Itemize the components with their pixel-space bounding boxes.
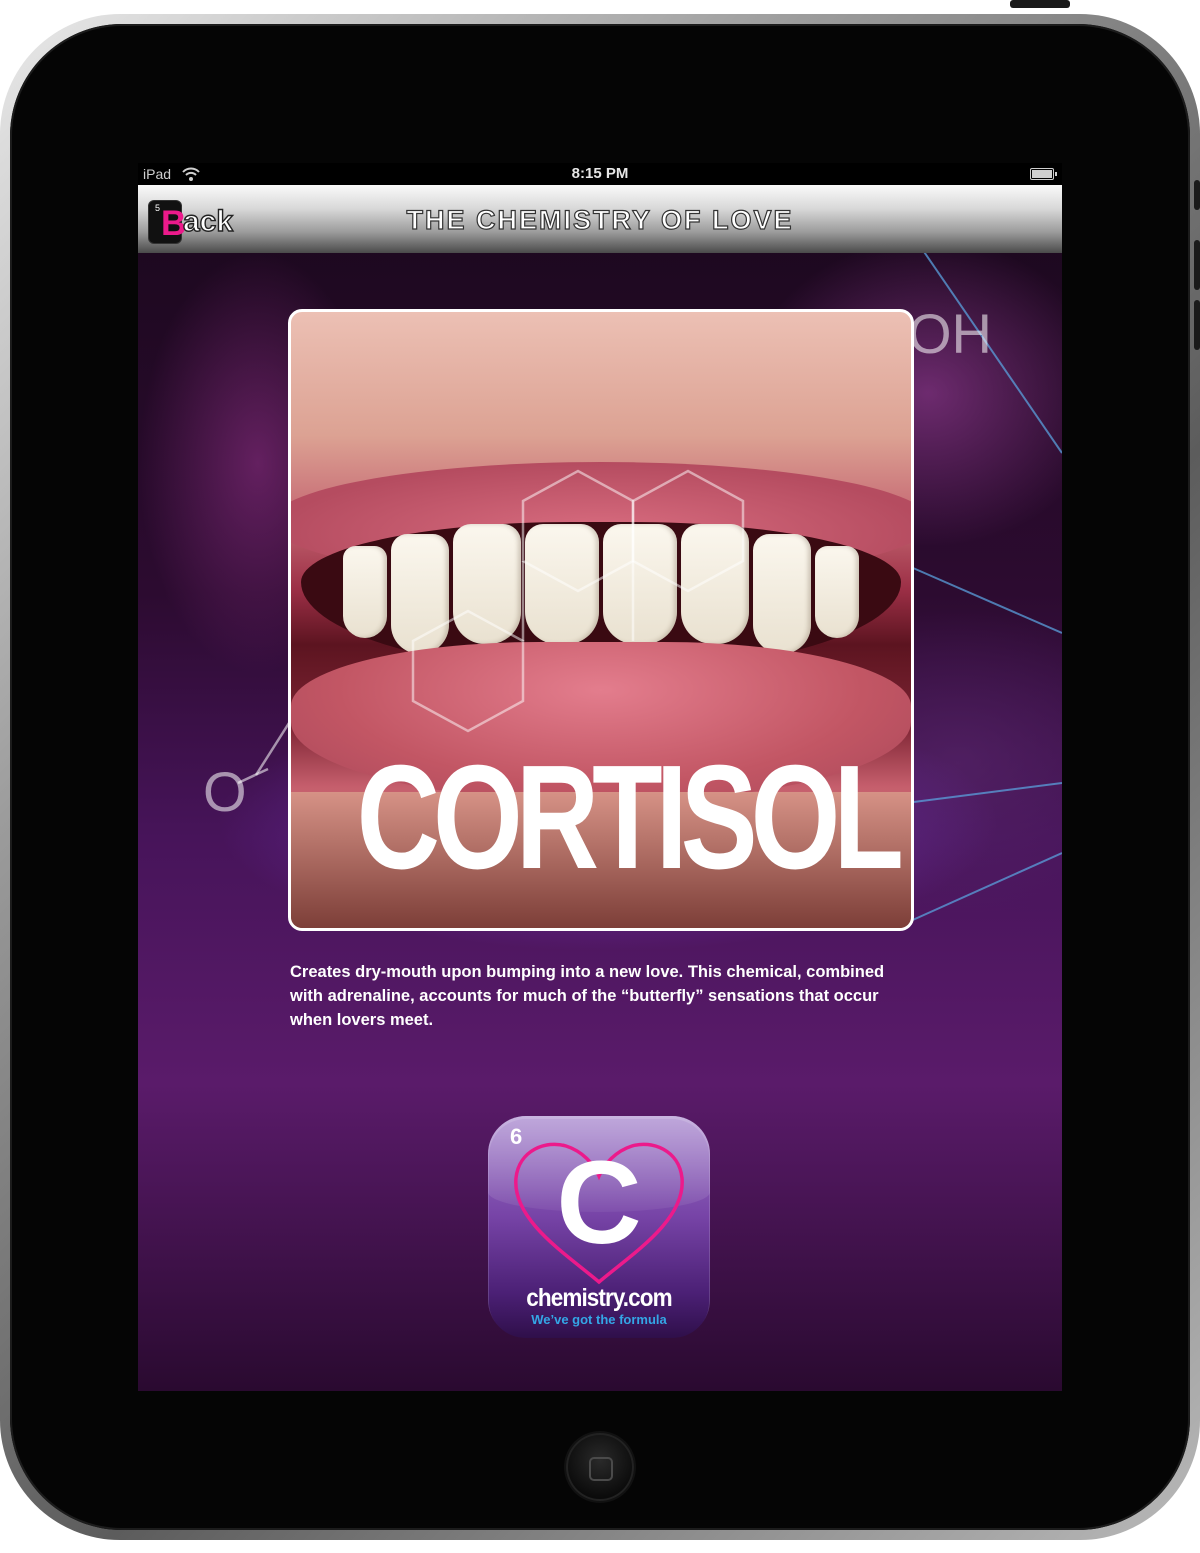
chemistry-app-icon[interactable]: 6 C chemistry.com We’ve got the formula [488,1116,710,1338]
sleep-button[interactable] [1010,0,1070,8]
volume-down-button[interactable] [1194,300,1200,350]
brand-name: chemistry.com [526,1284,672,1312]
brand-tagline: We’ve got the formula [531,1312,667,1327]
home-square-icon [589,1457,613,1481]
page-title: THE CHEMISTRY OF LOVE [406,204,794,235]
status-time: 8:15 PM [571,165,629,182]
compound-description: Creates dry-mouth upon bumping into a ne… [290,963,885,1029]
mute-switch[interactable] [1194,180,1200,210]
element-symbol: C [556,1137,642,1269]
volume-up-button[interactable] [1194,240,1200,290]
status-bar: iPad 8:15 PM [138,163,1062,185]
screen: O OH HO OH H H H O [138,163,1062,1391]
navigation-bar: 5 B ack THE CHEMISTRY OF LOVE [138,185,1062,253]
battery-icon [1030,168,1057,180]
compound-name: CORTISOL [356,735,904,900]
